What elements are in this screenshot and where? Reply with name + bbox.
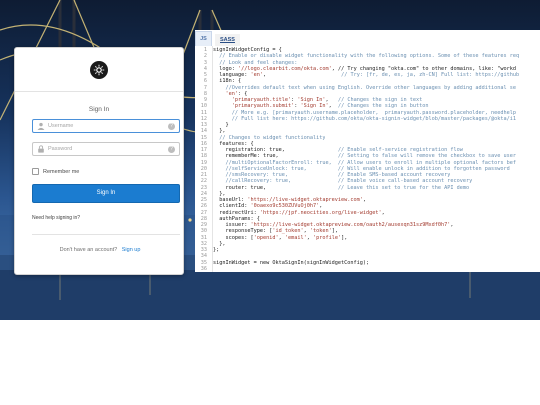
remember-me-label: Remember me bbox=[43, 168, 80, 175]
tab-js[interactable]: JS bbox=[195, 31, 212, 46]
code-line: 5 language: 'en', // Try: [fr, de, es, j… bbox=[195, 72, 540, 78]
remember-me-checkbox[interactable] bbox=[32, 168, 39, 175]
signin-button[interactable]: Sign In bbox=[32, 184, 180, 203]
line-text: scopes: ['openid', 'email', 'profile'], bbox=[213, 234, 348, 241]
help-link[interactable]: Need help signing in? bbox=[32, 215, 80, 221]
tab-sass[interactable]: SASS bbox=[215, 34, 240, 46]
password-help-icon[interactable]: ? bbox=[168, 146, 175, 153]
remember-me[interactable]: Remember me bbox=[32, 168, 79, 175]
signup-row: Don't have an account? Sign up bbox=[15, 247, 185, 253]
username-help-icon[interactable]: ? bbox=[168, 123, 175, 130]
divider bbox=[32, 234, 180, 235]
lock-icon bbox=[38, 145, 44, 153]
line-text: signInWidget = new OktaSignIn(signInWidg… bbox=[213, 259, 370, 266]
username-input[interactable]: Username ? bbox=[32, 119, 180, 133]
no-account-text: Don't have an account? bbox=[59, 247, 118, 253]
signup-link[interactable]: Sign up bbox=[122, 247, 141, 253]
line-text: // Full list here: https://github.com/ok… bbox=[231, 115, 516, 122]
user-icon bbox=[37, 122, 45, 130]
editor-tabs: JS SASS bbox=[195, 30, 540, 46]
code-line: 12 // Full list here: https://github.com… bbox=[195, 116, 540, 122]
code-editor: JS SASS 1 signInWidgetConfig = {2 // Enab… bbox=[195, 30, 540, 272]
widget-header bbox=[15, 48, 183, 92]
signin-widget: Sign In Username ? Password ? Remember m… bbox=[14, 47, 184, 275]
line-text: language: 'en', // Try: [fr, de, es, ja,… bbox=[213, 72, 520, 78]
code-content[interactable]: 1 signInWidgetConfig = {2 // Enable or di… bbox=[195, 47, 540, 272]
sunburst-icon bbox=[93, 64, 105, 75]
password-placeholder: Password bbox=[48, 146, 73, 152]
line-text: //Overrides default text when using Engl… bbox=[225, 84, 516, 91]
line-text: router: true, // Leave this set to true … bbox=[213, 184, 470, 191]
username-placeholder: Username bbox=[48, 123, 74, 129]
password-input[interactable]: Password ? bbox=[32, 142, 180, 156]
line-number: 36 bbox=[200, 265, 207, 272]
okta-logo bbox=[90, 60, 108, 79]
signin-title: Sign In bbox=[88, 106, 110, 113]
line-text bbox=[210, 266, 213, 272]
code-line: 36 bbox=[195, 266, 540, 272]
